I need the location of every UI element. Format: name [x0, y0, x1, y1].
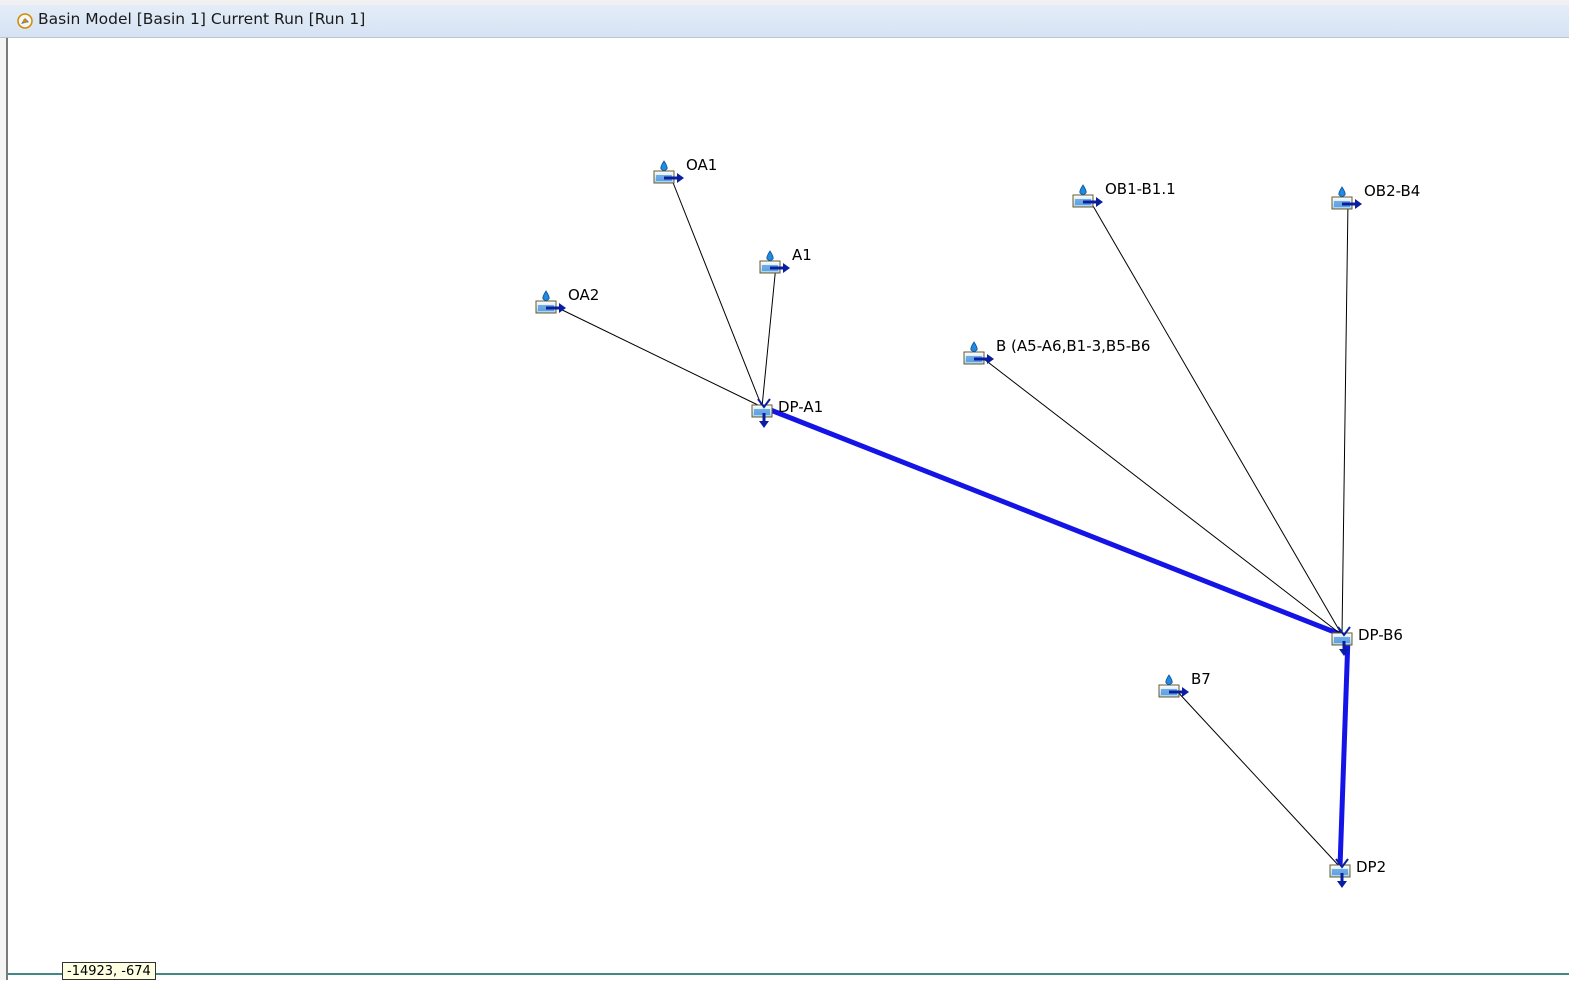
subbasin-icon[interactable] [535, 290, 566, 314]
subbasin-icon[interactable] [963, 341, 994, 365]
window-titlebar[interactable]: Basin Model [Basin 1] Current Run [Run 1… [0, 0, 1569, 38]
connector-line[interactable] [1088, 198, 1343, 636]
node-label-b7: B7 [1191, 670, 1211, 688]
bottom-divider [8, 973, 1569, 975]
reach-line[interactable] [1337, 636, 1351, 868]
node-label-ob2-b4: OB2-B4 [1364, 182, 1421, 200]
cursor-coordinates: -14923, -674 [62, 962, 156, 980]
node-label-oa1: OA1 [686, 156, 718, 174]
nodes [535, 160, 1362, 888]
subbasin-icon[interactable] [1072, 184, 1103, 208]
subbasin-icon[interactable] [653, 160, 684, 184]
connector-line[interactable] [761, 264, 777, 408]
basin-model-icon [17, 13, 33, 29]
window-title: Basin Model [Basin 1] Current Run [Run 1… [38, 10, 366, 28]
basin-network [535, 160, 1362, 888]
node-label-dp2: DP2 [1356, 858, 1387, 876]
connector-line[interactable] [551, 304, 763, 408]
junction-icon[interactable] [1329, 858, 1351, 888]
subbasin-icon[interactable] [759, 250, 790, 274]
subbasin-icon[interactable] [1331, 186, 1362, 210]
connector-line[interactable] [669, 174, 763, 408]
basin-model-window: Basin Model [Basin 1] Current Run [Run 1… [0, 0, 1569, 980]
node-label-dp-a1: DP-A1 [778, 398, 824, 416]
node-label-dp-b6: DP-B6 [1358, 626, 1403, 644]
reach-line[interactable] [767, 406, 1343, 638]
connections [551, 174, 1351, 868]
node-label-b: B (A5-A6,B1-3,B5-B6 [996, 337, 1151, 355]
connector-line[interactable] [979, 355, 1343, 636]
subbasin-icon[interactable] [1158, 674, 1189, 698]
basin-map-canvas[interactable]: OA1 A1 OA2 DP-A1 OB1-B1.1 OB2-B4 B (A5-A6,B1-3… [10, 38, 1569, 973]
connector-line[interactable] [1341, 200, 1349, 636]
node-label-oa2: OA2 [568, 286, 600, 304]
node-label-ob1-b1-1: OB1-B1.1 [1105, 180, 1176, 198]
connector-line[interactable] [1174, 688, 1341, 868]
node-label-a1: A1 [792, 246, 812, 264]
left-border [0, 38, 8, 980]
